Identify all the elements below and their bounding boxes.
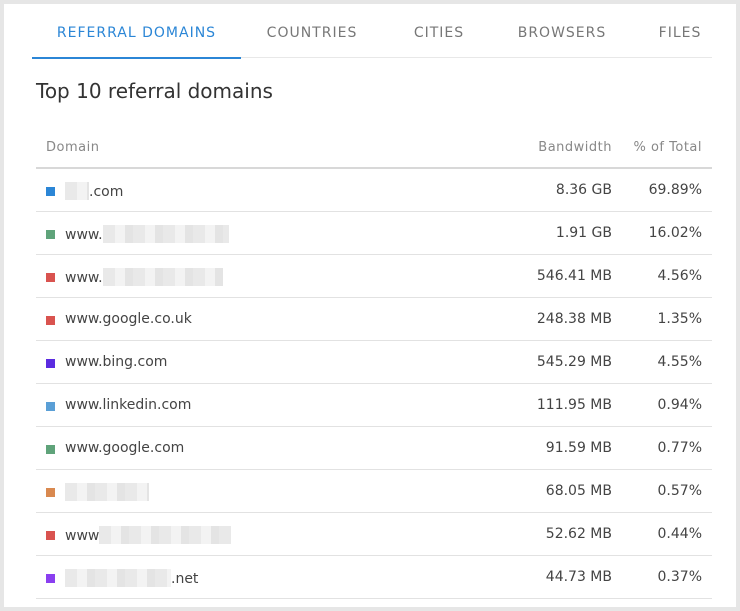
table-row[interactable]: .com 8.36 GB 69.89% — [36, 169, 712, 212]
redacted-text — [65, 182, 89, 200]
referral-panel: REFERRAL DOMAINS COUNTRIES CITIES BROWSE… — [0, 0, 740, 611]
page-title: Top 10 referral domains — [36, 79, 273, 103]
bandwidth-cell: 546.41 MB — [536, 268, 612, 284]
percent-cell: 1.35% — [657, 311, 702, 327]
domain-prefix: www.linkedin.com — [65, 397, 192, 413]
domain-cell[interactable]: www. — [65, 268, 223, 286]
domain-prefix: www.google.co.uk — [65, 311, 192, 327]
bandwidth-cell: 68.05 MB — [545, 483, 612, 499]
percent-cell: 0.77% — [657, 440, 702, 456]
domain-cell[interactable]: www.google.com — [65, 440, 184, 456]
domain-cell[interactable]: www.linkedin.com — [65, 397, 191, 413]
legend-swatch — [46, 445, 55, 454]
referral-table: Domain Bandwidth % of Total .com 8.36 GB 6… — [36, 126, 712, 599]
redacted-text — [102, 225, 229, 243]
table-row[interactable]: 68.05 MB 0.57% — [36, 470, 712, 513]
domain-prefix: www. — [65, 270, 103, 286]
tab-bar: REFERRAL DOMAINS COUNTRIES CITIES BROWSE… — [32, 12, 712, 59]
bandwidth-cell: 8.36 GB — [555, 182, 612, 198]
legend-swatch — [46, 531, 55, 540]
legend-swatch — [46, 273, 55, 282]
domain-cell[interactable]: .net — [65, 569, 198, 587]
table-row[interactable]: www.bing.com 545.29 MB 4.55% — [36, 341, 712, 384]
bandwidth-cell: 1.91 GB — [555, 225, 612, 241]
bandwidth-cell: 52.62 MB — [545, 526, 612, 542]
percent-cell: 16.02% — [648, 225, 702, 241]
domain-cell[interactable]: www.google.co.uk — [65, 311, 192, 327]
table-header: Domain Bandwidth % of Total — [36, 126, 712, 169]
percent-cell: 0.44% — [657, 526, 702, 542]
percent-cell: 0.94% — [657, 397, 702, 413]
table-row[interactable]: www.google.com 91.59 MB 0.77% — [36, 427, 712, 470]
domain-cell[interactable]: www. — [65, 225, 229, 243]
table-row[interactable]: www 52.62 MB 0.44% — [36, 513, 712, 556]
table-body: .com 8.36 GB 69.89% www. 1.91 GB 16.02% www. 54… — [36, 169, 712, 599]
legend-swatch — [46, 488, 55, 497]
legend-swatch — [46, 187, 55, 196]
legend-swatch — [46, 402, 55, 411]
bandwidth-cell: 44.73 MB — [545, 569, 612, 585]
bandwidth-cell: 248.38 MB — [536, 311, 612, 327]
percent-cell: 0.37% — [657, 569, 702, 585]
table-row[interactable]: www. 546.41 MB 4.56% — [36, 255, 712, 298]
table-row[interactable]: www.google.co.uk 248.38 MB 1.35% — [36, 298, 712, 341]
bandwidth-cell: 111.95 MB — [536, 397, 612, 413]
redacted-text — [102, 268, 223, 286]
redacted-text — [65, 569, 171, 587]
bandwidth-cell: 91.59 MB — [545, 440, 612, 456]
domain-suffix: .net — [171, 571, 199, 587]
table-row[interactable]: www. 1.91 GB 16.02% — [36, 212, 712, 255]
tab-cities[interactable]: CITIES — [404, 12, 474, 58]
tab-files[interactable]: FILES — [652, 12, 708, 58]
column-header-domain[interactable]: Domain — [46, 140, 99, 155]
legend-swatch — [46, 574, 55, 583]
domain-prefix: www — [65, 528, 100, 544]
bandwidth-cell: 545.29 MB — [536, 354, 612, 370]
column-header-bandwidth[interactable]: Bandwidth — [538, 140, 612, 155]
domain-cell[interactable]: www.bing.com — [65, 354, 167, 370]
domain-cell[interactable]: .com — [65, 182, 123, 200]
redacted-text — [65, 483, 149, 501]
column-header-percent[interactable]: % of Total — [633, 140, 702, 155]
legend-swatch — [46, 316, 55, 325]
domain-prefix: www.bing.com — [65, 354, 168, 370]
table-row[interactable]: .net 44.73 MB 0.37% — [36, 556, 712, 599]
percent-cell: 0.57% — [657, 483, 702, 499]
tab-browsers[interactable]: BROWSERS — [512, 12, 612, 58]
domain-cell[interactable] — [65, 483, 149, 501]
percent-cell: 69.89% — [648, 182, 702, 198]
domain-suffix: .com — [89, 184, 124, 200]
domain-prefix: www. — [65, 227, 103, 243]
percent-cell: 4.55% — [657, 354, 702, 370]
tab-countries[interactable]: COUNTRIES — [257, 12, 367, 58]
legend-swatch — [46, 230, 55, 239]
domain-prefix: www.google.com — [65, 440, 185, 456]
redacted-text — [99, 526, 232, 544]
tab-referral-domains[interactable]: REFERRAL DOMAINS — [32, 12, 241, 59]
legend-swatch — [46, 359, 55, 368]
table-row[interactable]: www.linkedin.com 111.95 MB 0.94% — [36, 384, 712, 427]
domain-cell[interactable]: www — [65, 526, 232, 544]
percent-cell: 4.56% — [657, 268, 702, 284]
